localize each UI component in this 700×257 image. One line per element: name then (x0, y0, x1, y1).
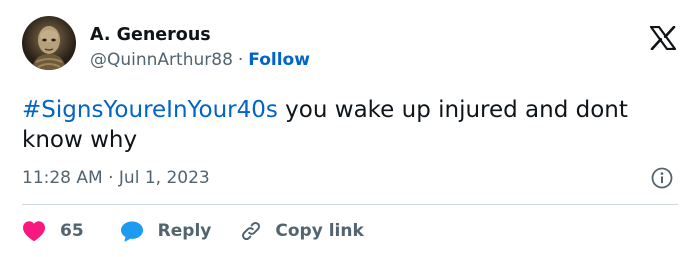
speech-bubble-icon (120, 221, 143, 242)
author-name[interactable]: A. Generous (90, 25, 211, 45)
follow-button[interactable]: Follow (248, 50, 310, 70)
divider (22, 204, 678, 205)
x-logo-icon[interactable] (649, 25, 677, 51)
hashtag-link[interactable]: #SignsYoureInYour40s (22, 97, 278, 123)
copy-link-button[interactable]: Copy link (239, 219, 364, 243)
heart-icon (23, 221, 45, 241)
tweet-timestamp[interactable]: 11:28 AM · Jul 1, 2023 (22, 168, 210, 188)
action-bar: 65 Reply Copy link (22, 217, 364, 245)
copy-link-label: Copy link (275, 221, 364, 241)
link-icon (242, 221, 261, 241)
like-button[interactable]: 65 (22, 220, 84, 242)
reply-label: Reply (157, 221, 212, 241)
tweet-text: #SignsYoureInYour40s you wake up injured… (22, 95, 672, 155)
like-count: 65 (60, 221, 84, 241)
tweet-card: A. Generous @QuinnArthur88 · Follow #Signs… (0, 0, 700, 257)
meta-separator: · (237, 50, 244, 70)
avatar[interactable] (22, 16, 76, 70)
reply-button[interactable]: Reply (120, 220, 212, 242)
author-meta: @QuinnArthur88 · Follow (90, 50, 310, 70)
info-icon[interactable] (651, 167, 673, 189)
author-handle[interactable]: @QuinnArthur88 (90, 50, 233, 70)
avatar-image (32, 26, 66, 70)
